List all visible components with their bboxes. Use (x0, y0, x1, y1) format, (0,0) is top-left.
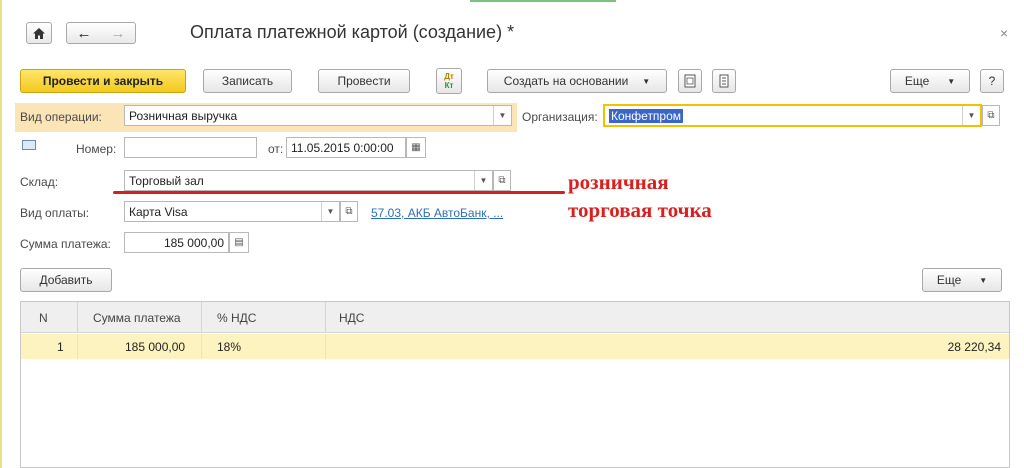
organization-field[interactable]: Конфетпром ▼ (603, 104, 982, 127)
warehouse-field[interactable]: Торговый зал ▼ (124, 170, 493, 191)
cell-vat-rate: 18% (217, 340, 242, 354)
column-header-vat[interactable]: НДС (339, 311, 364, 325)
kt-label: Кт (444, 81, 454, 90)
more-button[interactable]: Еще ▼ (890, 69, 970, 93)
column-divider (201, 302, 202, 333)
chevron-down-icon[interactable]: ▼ (321, 202, 339, 221)
create-based-on-label: Создать на основании (503, 74, 629, 88)
operation-value: Розничная выручка (129, 108, 238, 123)
number-label: Номер: (76, 142, 117, 156)
window-top-accent (470, 0, 616, 2)
chevron-down-icon[interactable]: ▼ (962, 106, 980, 125)
calculator-icon[interactable]: ▤ (229, 232, 249, 253)
date-field[interactable]: 11.05.2015 0:00:00 (286, 137, 406, 158)
number-field[interactable] (124, 137, 257, 158)
payment-type-field[interactable]: Карта Visa ▼ (124, 201, 340, 222)
calendar-icon[interactable]: ▦ (406, 137, 426, 158)
annotation-line-2: торговая точка (568, 198, 712, 222)
post-and-close-button[interactable]: Провести и закрыть (20, 69, 186, 93)
arrow-right-icon[interactable]: → (111, 25, 126, 42)
help-button[interactable]: ? (980, 69, 1004, 93)
annotation-line-1: розничная (568, 170, 669, 194)
home-icon (33, 27, 45, 39)
chevron-down-icon[interactable]: ▼ (474, 171, 492, 190)
table-row[interactable]: 1 185 000,00 18% 28 220,34 (21, 334, 1009, 359)
payment-type-label: Вид оплаты: (20, 206, 90, 220)
payment-type-value: Карта Visa (129, 204, 188, 219)
column-divider (77, 302, 78, 333)
table-header: N Сумма платежа % НДС НДС (21, 302, 1009, 333)
warehouse-label: Склад: (20, 175, 59, 189)
home-button[interactable] (26, 22, 52, 44)
document-icon (22, 140, 36, 150)
payment-account-link[interactable]: 57.03, АКБ АвтоБанк, ... (371, 206, 503, 220)
add-row-button[interactable]: Добавить (20, 268, 112, 292)
cell-vat: 28 220,34 (947, 340, 1001, 354)
open-icon[interactable]: ⧉ (982, 105, 1000, 126)
column-header-vat-rate[interactable]: % НДС (217, 311, 256, 325)
chevron-down-icon: ▼ (979, 275, 988, 285)
open-icon[interactable]: ⧉ (340, 201, 358, 222)
column-divider (77, 334, 78, 359)
window-title: Оплата платежной картой (создание) * (190, 22, 515, 42)
report-icon[interactable] (712, 69, 736, 93)
payments-table[interactable]: N Сумма платежа % НДС НДС 1 185 000,00 1… (20, 301, 1010, 468)
cell-n: 1 (57, 340, 64, 354)
annotation-underline (113, 191, 565, 194)
payment-sum-field[interactable]: 185 000,00 (124, 232, 229, 253)
dt-kt-icon[interactable]: Дт Кт (436, 68, 462, 94)
save-button[interactable]: Записать (203, 69, 292, 93)
print-icon[interactable] (678, 69, 702, 93)
operation-field[interactable]: Розничная выручка ▼ (124, 105, 512, 126)
column-divider (201, 334, 202, 359)
cell-sum: 185 000,00 (125, 340, 186, 354)
date-label: от: (268, 142, 284, 156)
column-divider (325, 334, 326, 359)
arrow-left-icon[interactable]: ← (77, 25, 92, 42)
column-header-sum[interactable]: Сумма платежа (93, 311, 181, 325)
column-header-n[interactable]: N (39, 311, 48, 325)
more-label: Еще (904, 74, 930, 88)
operation-label: Вид операции: (20, 110, 102, 124)
payment-sum-label: Сумма платежа: (20, 237, 111, 251)
column-divider (325, 302, 326, 333)
table-more-button[interactable]: Еще ▼ (922, 268, 1002, 292)
close-icon[interactable]: × (1000, 25, 1008, 41)
chevron-down-icon[interactable]: ▼ (493, 106, 511, 125)
window-left-border (0, 0, 2, 468)
history-nav[interactable]: ← → (66, 22, 136, 44)
open-icon[interactable]: ⧉ (493, 170, 511, 191)
organization-value: Конфетпром (609, 108, 684, 123)
chevron-down-icon: ▼ (642, 76, 651, 86)
dt-label: Дт (444, 72, 454, 81)
table-more-label: Еще (936, 273, 962, 287)
create-based-on-button[interactable]: Создать на основании ▼ (487, 69, 667, 93)
chevron-down-icon: ▼ (947, 76, 956, 86)
warehouse-value: Торговый зал (129, 173, 204, 188)
organization-label: Организация: (522, 110, 598, 124)
post-button[interactable]: Провести (318, 69, 410, 93)
